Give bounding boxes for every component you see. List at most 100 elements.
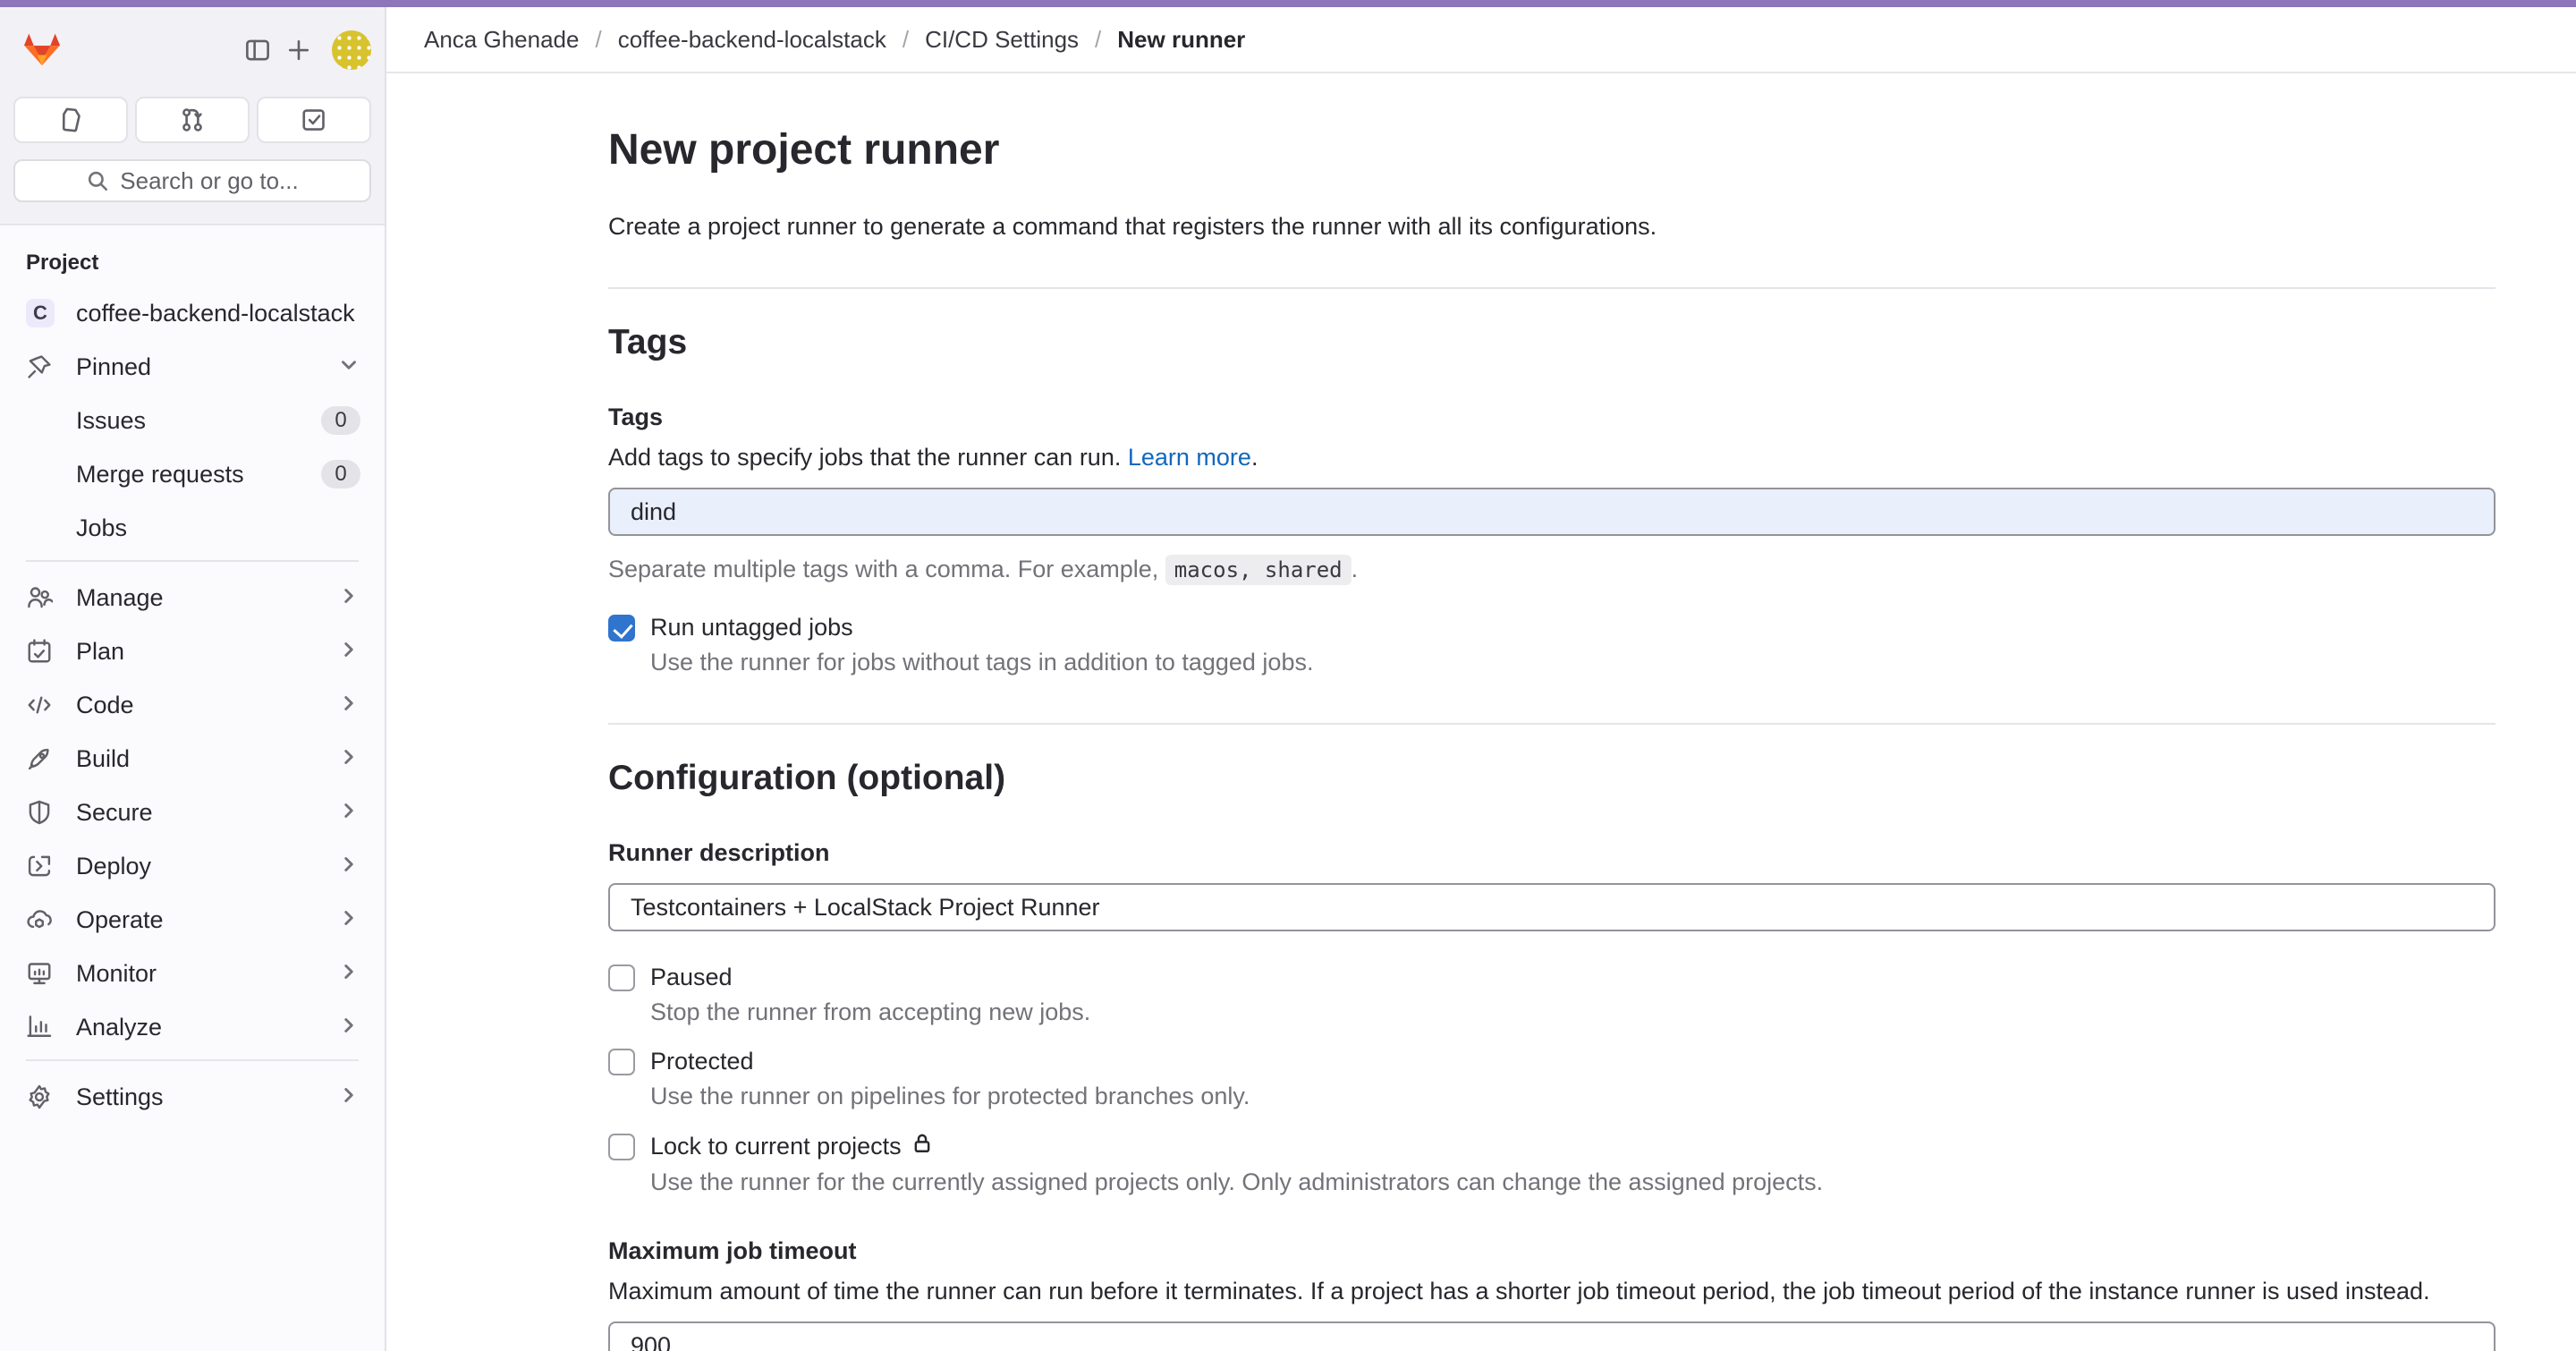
page-title: New project runner <box>608 123 2496 177</box>
section-divider <box>608 287 2496 289</box>
merge-requests-label: Merge requests <box>76 461 321 489</box>
user-avatar[interactable] <box>332 30 371 70</box>
max-job-timeout-label: Maximum job timeout <box>608 1237 2496 1265</box>
paused-help: Stop the runner from accepting new jobs. <box>650 998 2496 1026</box>
runner-description-label: Runner description <box>608 839 2496 867</box>
search-icon <box>86 169 109 192</box>
sidebar-item-operate[interactable]: Operate <box>10 895 375 945</box>
sidebar-toggle-icon[interactable] <box>237 30 278 71</box>
paused-checkbox[interactable] <box>608 964 635 991</box>
sidebar: Search or go to... Project C coffee-back… <box>0 7 386 1351</box>
chevron-right-icon <box>337 638 360 666</box>
issues-label: Issues <box>76 407 321 435</box>
page-intro: Create a project runner to generate a co… <box>608 213 2496 241</box>
chevron-right-icon <box>337 853 360 880</box>
pin-icon <box>26 353 53 380</box>
sidebar-item-deploy[interactable]: Deploy <box>10 841 375 891</box>
breadcrumb-new-runner: New runner <box>1117 26 1245 54</box>
merge-requests-shortcut-button[interactable] <box>135 97 250 143</box>
sidebar-header: Search or go to... <box>0 7 385 225</box>
jobs-label: Jobs <box>76 514 360 542</box>
chevron-right-icon <box>337 960 360 988</box>
run-untagged-jobs-label: Run untagged jobs <box>650 614 853 642</box>
rocket-icon <box>26 745 53 772</box>
issues-icon <box>57 106 84 133</box>
breadcrumb-cicd-settings[interactable]: CI/CD Settings <box>925 26 1079 54</box>
project-name: coffee-backend-localstack <box>76 300 360 327</box>
monitor-icon <box>26 960 53 987</box>
cloud-pod-icon <box>26 906 53 933</box>
users-icon <box>26 584 53 611</box>
chart-icon <box>26 1014 53 1041</box>
sidebar-item-pinned[interactable]: Pinned <box>10 342 375 392</box>
chevron-down-icon <box>337 353 360 381</box>
sidebar-divider <box>26 1059 359 1061</box>
sidebar-item-code[interactable]: Code <box>10 680 375 730</box>
calendar-check-icon <box>26 638 53 665</box>
merge-requests-count-badge: 0 <box>321 460 360 489</box>
paused-label: Paused <box>650 964 733 991</box>
tags-field-label: Tags <box>608 404 2496 431</box>
sidebar-item-issues[interactable]: Issues 0 <box>10 395 375 446</box>
sidebar-item-settings[interactable]: Settings <box>10 1072 375 1122</box>
run-untagged-jobs-checkbox[interactable] <box>608 615 635 642</box>
issues-shortcut-button[interactable] <box>13 97 128 143</box>
project-avatar: C <box>26 299 55 327</box>
lock-to-projects-label: Lock to current projects <box>650 1133 902 1160</box>
sidebar-item-secure[interactable]: Secure <box>10 787 375 837</box>
todo-list-shortcut-button[interactable] <box>257 97 371 143</box>
breadcrumb-separator: / <box>902 26 909 54</box>
paused-checkbox-row[interactable]: Paused <box>608 964 2496 991</box>
issues-count-badge: 0 <box>321 406 360 435</box>
protected-checkbox-row[interactable]: Protected <box>608 1048 2496 1075</box>
run-untagged-jobs-help: Use the runner for jobs without tags in … <box>650 649 2496 676</box>
breadcrumb-user[interactable]: Anca Ghenade <box>424 26 579 54</box>
gitlab-logo-icon[interactable] <box>22 31 62 69</box>
sidebar-nav: Project C coffee-backend-localstack Pinn… <box>0 225 385 1351</box>
breadcrumb-separator: / <box>1095 26 1101 54</box>
chevron-right-icon <box>337 906 360 934</box>
sidebar-section-label: Project <box>10 243 375 288</box>
protected-label: Protected <box>650 1048 754 1075</box>
section-divider <box>608 723 2496 725</box>
breadcrumb-project[interactable]: coffee-backend-localstack <box>618 26 886 54</box>
chevron-right-icon <box>337 745 360 773</box>
chevron-right-icon <box>337 799 360 827</box>
protected-checkbox[interactable] <box>608 1049 635 1075</box>
sidebar-item-plan[interactable]: Plan <box>10 626 375 676</box>
tags-field-description: Add tags to specify jobs that the runner… <box>608 444 2496 472</box>
topbar: Anca Ghenade / coffee-backend-localstack… <box>386 7 2576 73</box>
deploy-icon <box>26 853 53 879</box>
create-new-plus-icon[interactable] <box>278 30 319 71</box>
chevron-right-icon <box>337 584 360 612</box>
sidebar-item-build[interactable]: Build <box>10 734 375 784</box>
lock-to-projects-checkbox-row[interactable]: Lock to current projects <box>608 1132 2496 1161</box>
sidebar-item-merge-requests[interactable]: Merge requests 0 <box>10 449 375 499</box>
max-job-timeout-description: Maximum amount of time the runner can ru… <box>608 1278 2496 1305</box>
shield-icon <box>26 799 53 826</box>
tags-section-heading: Tags <box>608 323 2496 362</box>
page-content: New project runner Create a project runn… <box>386 73 2576 1351</box>
pinned-label: Pinned <box>76 353 337 381</box>
tags-input[interactable] <box>608 488 2496 536</box>
sidebar-divider <box>26 560 359 562</box>
lock-icon <box>911 1132 934 1161</box>
sidebar-item-analyze[interactable]: Analyze <box>10 1002 375 1052</box>
max-job-timeout-input[interactable] <box>608 1321 2496 1351</box>
code-icon <box>26 692 53 718</box>
sidebar-item-jobs[interactable]: Jobs <box>10 503 375 553</box>
merge-request-icon <box>179 106 206 133</box>
learn-more-link[interactable]: Learn more <box>1128 444 1251 471</box>
breadcrumb-separator: / <box>595 26 601 54</box>
gear-icon <box>26 1083 53 1110</box>
lock-to-projects-checkbox[interactable] <box>608 1134 635 1160</box>
sidebar-item-monitor[interactable]: Monitor <box>10 948 375 998</box>
search-placeholder: Search or go to... <box>120 167 298 195</box>
chevron-right-icon <box>337 1083 360 1111</box>
sidebar-item-manage[interactable]: Manage <box>10 573 375 623</box>
runner-description-input[interactable] <box>608 883 2496 931</box>
sidebar-item-project[interactable]: C coffee-backend-localstack <box>10 288 375 338</box>
search-input[interactable]: Search or go to... <box>13 159 371 202</box>
run-untagged-jobs-checkbox-row[interactable]: Run untagged jobs <box>608 614 2496 642</box>
breadcrumb: Anca Ghenade / coffee-backend-localstack… <box>424 26 1245 54</box>
